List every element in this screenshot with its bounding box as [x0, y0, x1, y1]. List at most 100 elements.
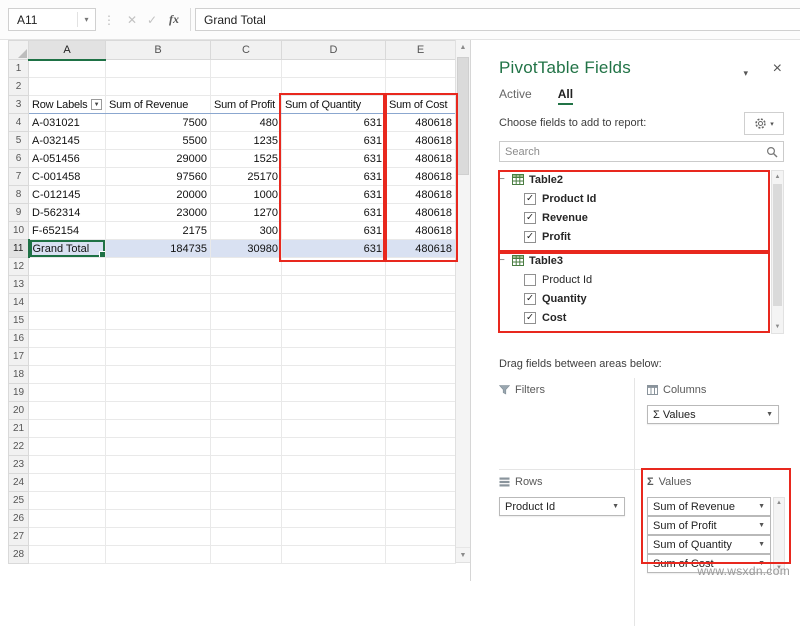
- cell[interactable]: [386, 330, 456, 348]
- cell[interactable]: [386, 492, 456, 510]
- cell[interactable]: [29, 330, 106, 348]
- cell[interactable]: [106, 366, 211, 384]
- checkbox[interactable]: [524, 193, 536, 205]
- cell[interactable]: [29, 438, 106, 456]
- field-cost[interactable]: Cost: [499, 308, 768, 327]
- pivot-cell[interactable]: 2175: [106, 222, 211, 240]
- cell[interactable]: [282, 348, 386, 366]
- pivot-cell[interactable]: 631: [282, 114, 386, 132]
- checkbox[interactable]: [524, 212, 536, 224]
- pivot-cell[interactable]: 1235: [211, 132, 282, 150]
- checkbox[interactable]: [524, 231, 536, 243]
- cell[interactable]: [386, 294, 456, 312]
- cell[interactable]: [211, 492, 282, 510]
- cell[interactable]: [211, 294, 282, 312]
- cell[interactable]: [282, 546, 386, 564]
- row-header[interactable]: 21: [9, 420, 29, 438]
- cell[interactable]: [386, 456, 456, 474]
- table3-row[interactable]: − Table3: [499, 251, 768, 270]
- sheet-vertical-scrollbar[interactable]: ▲ ▼: [455, 40, 470, 563]
- insert-function-icon[interactable]: fx: [162, 12, 186, 27]
- cell[interactable]: [282, 366, 386, 384]
- cell[interactable]: [211, 438, 282, 456]
- pivot-cell[interactable]: 25170: [211, 168, 282, 186]
- field-product-id[interactable]: Product Id: [499, 270, 768, 289]
- pivot-cell[interactable]: 480: [211, 114, 282, 132]
- scrollbar-thumb[interactable]: [457, 57, 469, 175]
- rows-area[interactable]: Rows Product Id▼: [499, 470, 635, 626]
- pivot-cell[interactable]: 184735: [106, 240, 211, 258]
- pivot-cell[interactable]: 480618: [386, 222, 456, 240]
- pivot-header-cell[interactable]: Sum of Cost: [386, 96, 456, 114]
- col-header-c[interactable]: C: [211, 41, 282, 60]
- cell[interactable]: [106, 528, 211, 546]
- cell[interactable]: [386, 384, 456, 402]
- cell[interactable]: [106, 60, 211, 78]
- cell[interactable]: [29, 402, 106, 420]
- scroll-down-icon[interactable]: ▼: [456, 547, 470, 562]
- cell[interactable]: [282, 492, 386, 510]
- tools-button[interactable]: ▾: [744, 112, 784, 135]
- cell[interactable]: [211, 60, 282, 78]
- row-header[interactable]: 24: [9, 474, 29, 492]
- pivot-cell[interactable]: A-051456: [29, 150, 106, 168]
- cell[interactable]: [386, 402, 456, 420]
- chevron-down-icon[interactable]: ▼: [758, 522, 765, 529]
- cell[interactable]: [282, 528, 386, 546]
- cell[interactable]: [282, 258, 386, 276]
- cell[interactable]: [386, 510, 456, 528]
- pivot-cell[interactable]: 480618: [386, 114, 456, 132]
- pivot-cell[interactable]: 480618: [386, 150, 456, 168]
- col-header-d[interactable]: D: [282, 41, 386, 60]
- cell[interactable]: [282, 438, 386, 456]
- cell[interactable]: [282, 312, 386, 330]
- cell[interactable]: [386, 474, 456, 492]
- pivot-header-cell[interactable]: Sum of Quantity: [282, 96, 386, 114]
- row-header[interactable]: 13: [9, 276, 29, 294]
- cell[interactable]: [211, 78, 282, 96]
- checkbox[interactable]: [524, 274, 536, 286]
- cell[interactable]: [386, 78, 456, 96]
- pivot-cell[interactable]: 20000: [106, 186, 211, 204]
- chevron-down-icon[interactable]: ▼: [758, 503, 765, 510]
- values-scrollbar[interactable]: ▲ ▼: [773, 497, 785, 574]
- pivot-cell[interactable]: 29000: [106, 150, 211, 168]
- row-header[interactable]: 12: [9, 258, 29, 276]
- col-header-b[interactable]: B: [106, 41, 211, 60]
- pivot-cell[interactable]: 1525: [211, 150, 282, 168]
- cell[interactable]: [29, 528, 106, 546]
- cell[interactable]: [386, 312, 456, 330]
- cell[interactable]: [29, 348, 106, 366]
- row-header[interactable]: 25: [9, 492, 29, 510]
- field-quantity[interactable]: Quantity: [499, 289, 768, 308]
- pivot-cell[interactable]: D-562314: [29, 204, 106, 222]
- tab-all[interactable]: All: [558, 87, 573, 105]
- field-pill-sum-of-profit[interactable]: Sum of Profit▼: [647, 516, 771, 535]
- cell[interactable]: [282, 420, 386, 438]
- pivot-cell[interactable]: A-032145: [29, 132, 106, 150]
- filters-area[interactable]: Filters: [499, 378, 635, 470]
- pivot-cell[interactable]: 480618: [386, 240, 456, 258]
- cell[interactable]: [29, 474, 106, 492]
- scroll-up-icon[interactable]: ▲: [772, 171, 783, 183]
- cell[interactable]: [282, 384, 386, 402]
- scrollbar-thumb[interactable]: [773, 184, 782, 306]
- scroll-down-icon[interactable]: ▼: [772, 321, 783, 333]
- values-area[interactable]: Σ Values Sum of Revenue▼ Sum of Profit▼ …: [635, 470, 785, 626]
- row-header[interactable]: 28: [9, 546, 29, 564]
- cell[interactable]: [106, 402, 211, 420]
- cell[interactable]: [386, 528, 456, 546]
- rows-dropzone[interactable]: Product Id▼: [499, 497, 634, 516]
- search-box[interactable]: [499, 141, 784, 162]
- columns-dropzone[interactable]: Σ Values▼: [647, 405, 785, 424]
- cell[interactable]: [282, 294, 386, 312]
- pivot-cell[interactable]: 631: [282, 222, 386, 240]
- pivot-cell[interactable]: 30980: [211, 240, 282, 258]
- row-header[interactable]: 18: [9, 366, 29, 384]
- cell[interactable]: [106, 348, 211, 366]
- cell[interactable]: [211, 258, 282, 276]
- cell[interactable]: [211, 276, 282, 294]
- row-header[interactable]: 17: [9, 348, 29, 366]
- cell[interactable]: [29, 546, 106, 564]
- cell[interactable]: [386, 546, 456, 564]
